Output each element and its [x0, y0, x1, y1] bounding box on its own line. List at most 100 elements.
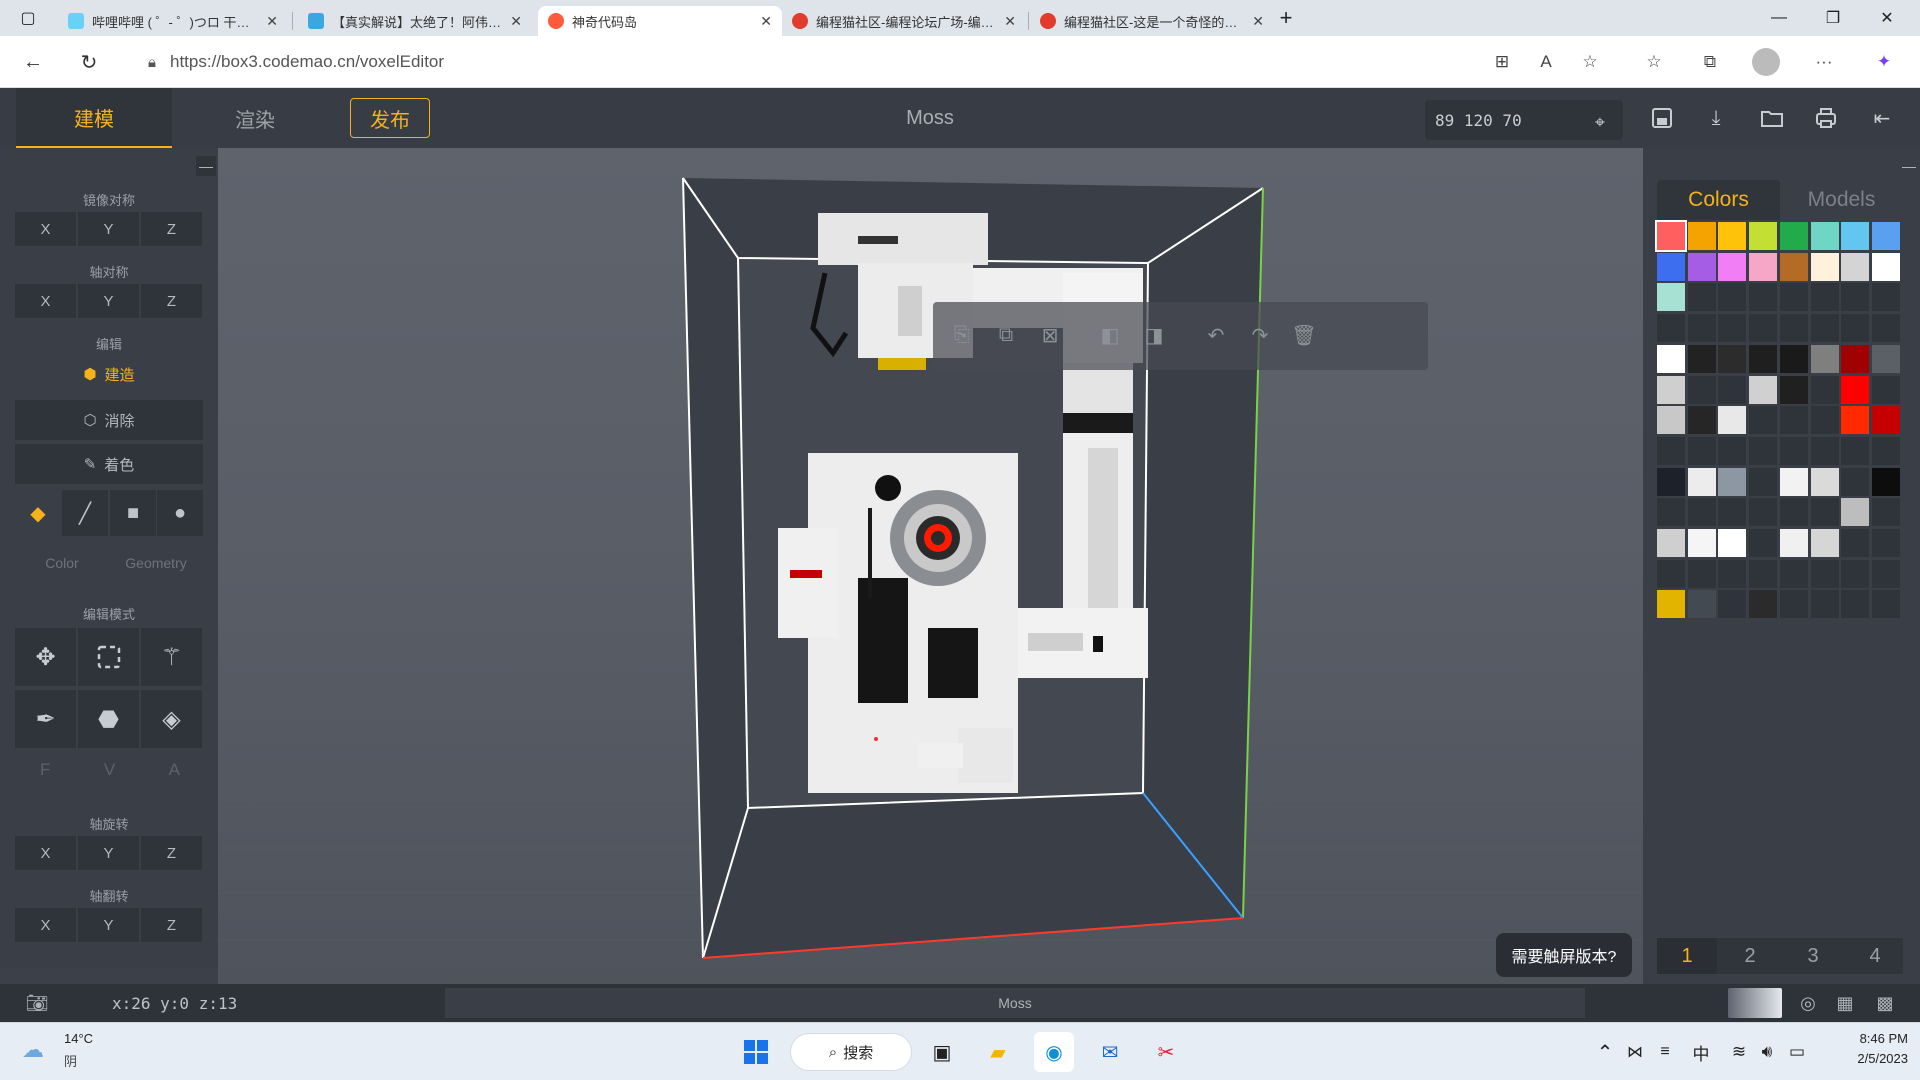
reload-icon[interactable]: ↻: [72, 46, 106, 78]
print-icon[interactable]: [1810, 102, 1842, 134]
palette-swatch[interactable]: [1718, 222, 1747, 250]
palette-swatch[interactable]: [1749, 222, 1778, 250]
palette-page-1[interactable]: 1: [1657, 938, 1717, 974]
axis-sym-z-button[interactable]: Z: [141, 284, 202, 318]
minimize-icon[interactable]: —: [1756, 0, 1802, 36]
palette-swatch[interactable]: [1718, 344, 1747, 373]
axis-sym-x-button[interactable]: X: [15, 284, 76, 318]
fill-bucket-icon[interactable]: ◈: [141, 690, 202, 748]
palette-swatch[interactable]: [1871, 529, 1900, 557]
palette-swatch[interactable]: [1657, 498, 1685, 527]
palette-swatch[interactable]: [1718, 559, 1747, 588]
collapse-left-panel-icon[interactable]: —: [196, 156, 216, 176]
palette-swatch[interactable]: [1841, 406, 1870, 435]
palette-swatch[interactable]: [1687, 314, 1716, 343]
target-icon[interactable]: ◎: [1795, 990, 1821, 1016]
app-grid-icon[interactable]: ⊞: [1488, 48, 1516, 76]
clear-selection-icon[interactable]: ⊠: [1035, 320, 1065, 350]
palette-swatch[interactable]: [1871, 252, 1900, 281]
background-gradient-swatch[interactable]: [1728, 988, 1782, 1018]
palette-swatch[interactable]: [1841, 222, 1870, 250]
palette-swatch[interactable]: [1718, 314, 1747, 343]
collapse-right-panel-icon[interactable]: —: [1899, 156, 1919, 176]
delete-hex-icon[interactable]: ⬣: [78, 690, 139, 748]
download-icon[interactable]: ⤓: [1700, 102, 1732, 134]
palette-swatch[interactable]: [1687, 406, 1716, 435]
palette-swatch[interactable]: [1657, 283, 1685, 312]
palette-swatch[interactable]: [1810, 222, 1839, 250]
palette-swatch[interactable]: [1871, 344, 1900, 373]
browser-tab-codemao-forum[interactable]: 编程猫社区-编程论坛广场-编程学习 ✕: [782, 6, 1026, 36]
palette-swatch[interactable]: [1687, 375, 1716, 404]
palette-swatch[interactable]: [1657, 252, 1685, 281]
taskbar-search[interactable]: ⌕ 搜索: [790, 1033, 912, 1071]
eyedropper-icon[interactable]: ✒: [15, 690, 76, 748]
palette-swatch[interactable]: [1810, 467, 1839, 496]
palette-swatch[interactable]: [1687, 222, 1716, 250]
palette-swatch[interactable]: [1749, 314, 1778, 343]
undo-icon[interactable]: ↶: [1201, 320, 1231, 350]
tab-models[interactable]: Models: [1780, 180, 1903, 220]
palette-swatch[interactable]: [1687, 467, 1716, 496]
palette-swatch[interactable]: [1657, 314, 1685, 343]
mirror-y-button[interactable]: Y: [78, 212, 139, 246]
palette-swatch[interactable]: [1810, 406, 1839, 435]
palette-swatch[interactable]: [1718, 252, 1747, 281]
volume-icon[interactable]: 🔊︎: [1752, 1032, 1782, 1072]
palette-swatch[interactable]: [1718, 406, 1747, 435]
palette-swatch[interactable]: [1841, 559, 1870, 588]
tab-colors[interactable]: Colors: [1657, 180, 1780, 220]
favorites-icon[interactable]: ☆: [1640, 48, 1668, 76]
tray-settings-icon[interactable]: ≡: [1650, 1032, 1680, 1072]
ime-indicator[interactable]: 中: [1684, 1032, 1718, 1072]
mirror-z-button[interactable]: Z: [141, 212, 202, 246]
edge-browser-icon[interactable]: ◉: [1034, 1032, 1074, 1072]
palette-swatch[interactable]: [1810, 559, 1839, 588]
ungroup-icon[interactable]: ◨: [1139, 320, 1169, 350]
browser-tab-codemao-post[interactable]: 编程猫社区-这是一个奇怪的帖子 ✕: [1030, 6, 1274, 36]
palette-swatch[interactable]: [1657, 406, 1685, 435]
palette-swatch[interactable]: [1779, 406, 1808, 435]
back-arrow-icon[interactable]: ←: [16, 46, 50, 78]
resize-pin-icon[interactable]: ⌖: [1584, 106, 1616, 138]
exit-icon[interactable]: ⇤: [1866, 102, 1898, 134]
palette-swatch[interactable]: [1687, 498, 1716, 527]
palette-swatch[interactable]: [1718, 498, 1747, 527]
collections-icon[interactable]: ⧉: [1696, 48, 1724, 76]
f-toggle[interactable]: F: [40, 760, 50, 790]
palette-swatch[interactable]: [1810, 375, 1839, 404]
palette-swatch[interactable]: [1810, 252, 1839, 281]
palette-page-3[interactable]: 3: [1783, 938, 1843, 974]
close-window-icon[interactable]: ✕: [1864, 0, 1910, 36]
palette-swatch[interactable]: [1749, 529, 1778, 557]
palette-swatch[interactable]: [1687, 344, 1716, 373]
circle-tool-icon[interactable]: ●: [157, 490, 203, 536]
palette-swatch[interactable]: [1657, 344, 1685, 373]
tab-modeling[interactable]: 建模: [16, 88, 172, 148]
restore-icon[interactable]: ❐: [1810, 0, 1856, 36]
palette-swatch[interactable]: [1779, 498, 1808, 527]
palette-swatch[interactable]: [1871, 314, 1900, 343]
trash-icon[interactable]: 🗑︎: [1289, 320, 1319, 350]
show-hidden-icons[interactable]: ⌃: [1590, 1032, 1620, 1072]
url-field[interactable]: 🔒︎ https://box3.codemao.cn/voxelEditor: [130, 44, 1618, 80]
palette-swatch[interactable]: [1657, 375, 1685, 404]
palette-swatch[interactable]: [1810, 344, 1839, 373]
camera-icon[interactable]: 📷︎: [22, 990, 52, 1016]
palette-swatch[interactable]: [1871, 590, 1900, 619]
palette-swatch[interactable]: [1871, 498, 1900, 527]
clock-time[interactable]: 8:46 PM: [1818, 1031, 1908, 1046]
palette-swatch[interactable]: [1718, 590, 1747, 619]
palette-swatch[interactable]: [1718, 375, 1747, 404]
palette-swatch[interactable]: [1779, 252, 1808, 281]
palette-swatch[interactable]: [1841, 314, 1870, 343]
palette-swatch[interactable]: [1749, 375, 1778, 404]
palette-swatch[interactable]: [1841, 283, 1870, 312]
palette-swatch[interactable]: [1841, 252, 1870, 281]
rotate-z-button[interactable]: Z: [141, 836, 202, 870]
palette-swatch[interactable]: [1871, 559, 1900, 588]
windows-start-icon[interactable]: [736, 1032, 776, 1072]
tab-close-icon[interactable]: ✕: [1004, 13, 1016, 30]
read-aloud-icon[interactable]: A: [1532, 48, 1560, 76]
paint-button[interactable]: ✎ 着色: [15, 444, 203, 484]
